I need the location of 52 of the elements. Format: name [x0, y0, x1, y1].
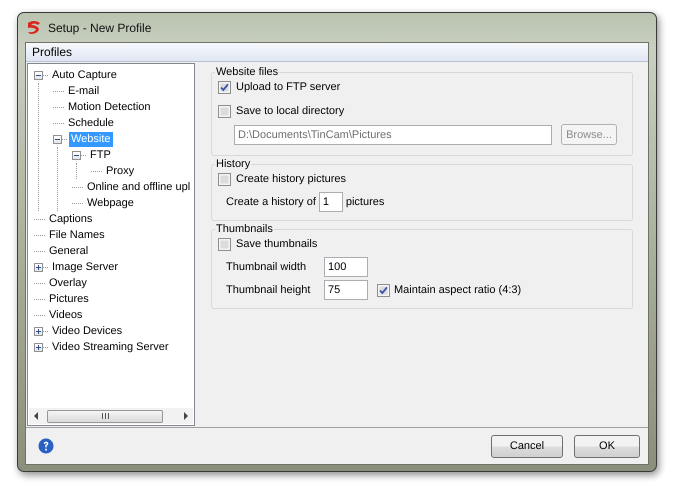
tree-item[interactable]: Proxy — [104, 164, 136, 178]
tree-item[interactable]: Overlay — [47, 276, 89, 290]
field-label: pictures — [346, 196, 384, 208]
expand-icon[interactable] — [34, 262, 43, 272]
checkbox-label: Save to local directory — [236, 105, 344, 117]
app-logo-icon — [26, 20, 42, 36]
collapse-icon[interactable] — [72, 150, 81, 160]
checkbox[interactable] — [218, 172, 231, 186]
field-label: Thumbnail width — [226, 261, 308, 273]
dialog-button[interactable]: OK — [574, 434, 640, 458]
checkbox[interactable] — [218, 104, 231, 118]
tree-item[interactable]: Online and offline upl — [85, 180, 192, 194]
tree-item[interactable]: General — [47, 244, 90, 258]
tree-item[interactable]: Schedule — [66, 116, 116, 130]
input-field[interactable]: 1 — [318, 192, 343, 212]
collapse-icon[interactable] — [53, 134, 62, 144]
group-title: History — [215, 158, 252, 170]
tree-item[interactable]: Auto Capture — [50, 68, 119, 82]
checkbox[interactable] — [218, 238, 231, 250]
dialog-button[interactable]: Cancel — [491, 434, 563, 458]
menu-item[interactable]: Profiles — [26, 45, 78, 59]
tree-item[interactable]: Image Server — [50, 260, 120, 274]
checkbox-label: Maintain aspect ratio (4:3) — [394, 284, 522, 296]
group-title: Thumbnails — [215, 223, 274, 235]
tree-item[interactable]: Video Devices — [50, 324, 124, 338]
scroll-left-icon[interactable] — [33, 412, 39, 420]
checkbox-label: Save thumbnails — [236, 238, 318, 250]
input-field[interactable]: 75 — [324, 280, 368, 300]
tree-item[interactable]: Videos — [47, 308, 84, 322]
tree-item[interactable]: Video Streaming Server — [50, 340, 171, 354]
tree-item[interactable]: Motion Detection — [66, 100, 153, 114]
help-icon[interactable] — [38, 438, 54, 454]
tree-item[interactable]: Captions — [47, 212, 94, 226]
group-title: Website files — [215, 66, 280, 78]
checkbox[interactable] — [377, 284, 390, 296]
input-field[interactable]: 100 — [324, 257, 368, 277]
checkbox-label: Upload to FTP server — [236, 81, 340, 93]
collapse-icon[interactable] — [34, 70, 43, 80]
tree-item[interactable]: FTP — [88, 148, 113, 162]
tree-item[interactable]: Webpage — [85, 196, 136, 210]
checkbox-label: Create history pictures — [236, 173, 346, 185]
tree-item[interactable]: File Names — [47, 228, 107, 242]
checkbox[interactable] — [218, 80, 231, 94]
scroll-right-icon[interactable] — [183, 412, 189, 420]
window-title: Setup - New Profile — [48, 20, 152, 34]
horizontal-scrollbar[interactable] — [29, 408, 193, 424]
field-label: Create a history of — [226, 196, 316, 208]
field-label: Thumbnail height — [226, 284, 312, 296]
tree-item[interactable]: Pictures — [47, 292, 91, 306]
expand-icon[interactable] — [34, 326, 43, 336]
tree-item[interactable]: E-mail — [66, 84, 102, 98]
expand-icon[interactable] — [34, 342, 43, 352]
